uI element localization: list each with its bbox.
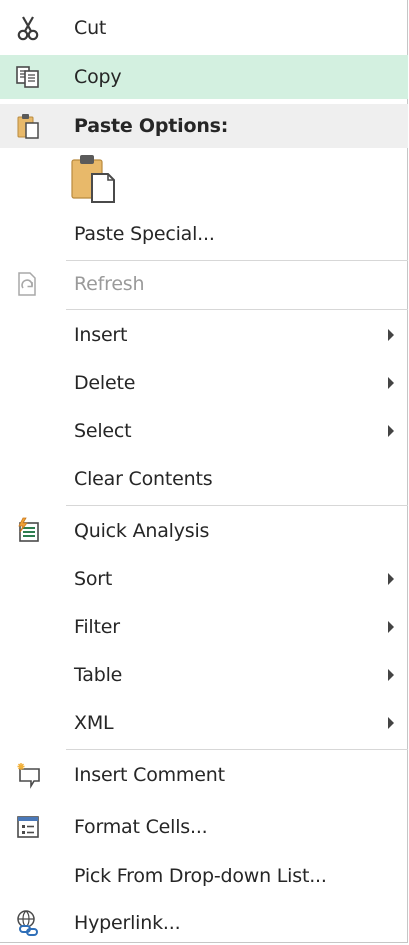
format-cells-icon xyxy=(14,813,42,841)
hyperlink-icon xyxy=(14,909,42,937)
menu-separator xyxy=(66,749,408,750)
menu-item-cut[interactable]: Cut xyxy=(0,6,408,50)
menu-item-label: Paste Special... xyxy=(74,223,215,245)
menu-item-copy[interactable]: Copy xyxy=(0,55,408,99)
menu-item-insert-comment[interactable]: Insert Comment xyxy=(0,753,408,797)
submenu-arrow-icon xyxy=(388,329,394,341)
menu-item-label: XML xyxy=(74,712,114,734)
menu-item-label: Clear Contents xyxy=(74,468,213,490)
quick-analysis-icon xyxy=(14,517,42,545)
section-title: Paste Options: xyxy=(74,115,229,137)
menu-separator xyxy=(66,309,408,310)
menu-item-quick-analysis[interactable]: Quick Analysis xyxy=(0,509,408,553)
refresh-icon xyxy=(14,270,42,298)
scissors-icon xyxy=(14,14,42,42)
menu-item-label: Format Cells... xyxy=(74,816,208,838)
menu-item-label: Filter xyxy=(74,616,120,638)
submenu-arrow-icon xyxy=(388,573,394,585)
comment-icon xyxy=(14,761,42,789)
submenu-arrow-icon xyxy=(388,717,394,729)
menu-item-label: Delete xyxy=(74,372,136,394)
menu-separator xyxy=(66,505,408,506)
menu-item-filter[interactable]: Filter xyxy=(0,605,408,649)
submenu-arrow-icon xyxy=(388,621,394,633)
menu-item-select[interactable]: Select xyxy=(0,409,408,453)
menu-separator xyxy=(66,260,408,261)
menu-item-label: Refresh xyxy=(74,273,145,295)
clipboard-icon xyxy=(14,112,42,140)
menu-item-delete[interactable]: Delete xyxy=(0,361,408,405)
menu-item-clear-contents[interactable]: Clear Contents xyxy=(0,457,408,501)
menu-item-pick-from-list[interactable]: Pick From Drop-down List... xyxy=(0,854,408,898)
menu-item-paste-special[interactable]: Paste Special... xyxy=(0,212,408,256)
menu-item-label: Insert Comment xyxy=(74,764,225,786)
menu-item-label: Copy xyxy=(74,66,122,88)
paste-options-header: Paste Options: xyxy=(0,104,408,148)
menu-item-label: Quick Analysis xyxy=(74,520,210,542)
submenu-arrow-icon xyxy=(388,669,394,681)
menu-item-label: Cut xyxy=(74,17,107,39)
menu-item-label: Pick From Drop-down List... xyxy=(74,865,327,887)
menu-item-insert[interactable]: Insert xyxy=(0,313,408,357)
context-menu: Cut Copy Paste Options: Paste Special...… xyxy=(0,0,408,943)
menu-item-table[interactable]: Table xyxy=(0,653,408,697)
menu-item-hyperlink[interactable]: Hyperlink... xyxy=(0,901,408,945)
menu-item-label: Insert xyxy=(74,324,128,346)
menu-item-xml[interactable]: XML xyxy=(0,701,408,745)
submenu-arrow-icon xyxy=(388,425,394,437)
menu-item-format-cells[interactable]: Format Cells... xyxy=(0,805,408,849)
menu-item-sort[interactable]: Sort xyxy=(0,557,408,601)
submenu-arrow-icon xyxy=(388,377,394,389)
menu-item-label: Table xyxy=(74,664,123,686)
menu-item-label: Sort xyxy=(74,568,113,590)
menu-item-refresh[interactable]: Refresh xyxy=(0,262,408,306)
menu-item-label: Select xyxy=(74,420,132,442)
copy-icon xyxy=(14,63,42,91)
paste-button[interactable] xyxy=(68,152,120,208)
menu-item-label: Hyperlink... xyxy=(74,912,181,934)
paste-clipboard-icon xyxy=(68,152,120,208)
